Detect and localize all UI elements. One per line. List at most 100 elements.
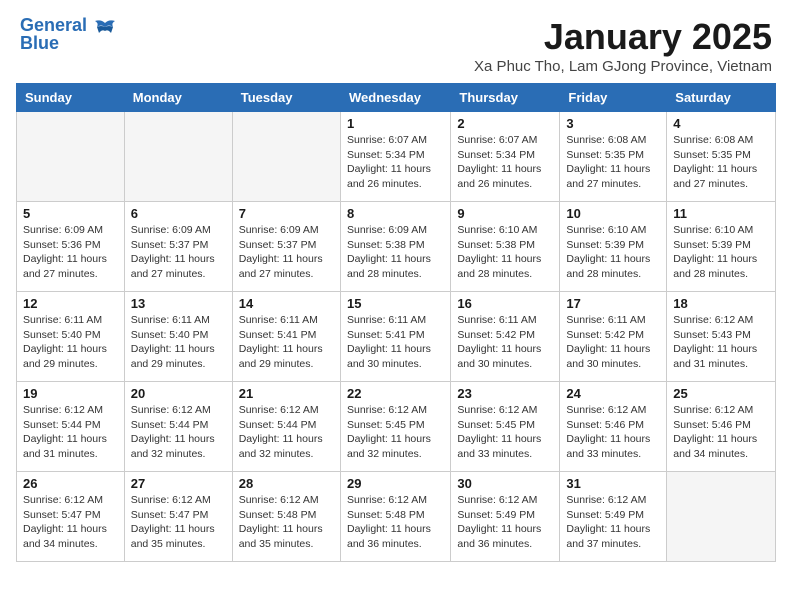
col-header-thursday: Thursday	[451, 84, 560, 112]
day-info: Sunrise: 6:10 AM Sunset: 5:39 PM Dayligh…	[566, 223, 660, 282]
table-row: 22 Sunrise: 6:12 AM Sunset: 5:45 PM Dayli…	[340, 382, 450, 472]
table-row: 28 Sunrise: 6:12 AM Sunset: 5:48 PM Dayli…	[232, 472, 340, 562]
day-info: Sunrise: 6:07 AM Sunset: 5:34 PM Dayligh…	[457, 133, 553, 192]
day-info: Sunrise: 6:12 AM Sunset: 5:44 PM Dayligh…	[23, 403, 118, 462]
day-info: Sunrise: 6:11 AM Sunset: 5:42 PM Dayligh…	[566, 313, 660, 372]
table-row: 18Sunrise: 6:12 AM Sunset: 5:43 PM Dayli…	[667, 292, 776, 382]
day-info: Sunrise: 6:11 AM Sunset: 5:40 PM Dayligh…	[131, 313, 226, 372]
title-block: January 2025 Xa Phuc Tho, Lam GJong Prov…	[474, 16, 772, 75]
table-row: 29 Sunrise: 6:12 AM Sunset: 5:48 PM Dayli…	[340, 472, 450, 562]
table-row: 2 Sunrise: 6:07 AM Sunset: 5:34 PM Daylig…	[451, 112, 560, 202]
logo: GeneralBlue	[20, 16, 119, 52]
day-number: 28	[239, 476, 334, 491]
calendar-week-row: 26 Sunrise: 6:12 AM Sunset: 5:47 PM Dayli…	[17, 472, 776, 562]
table-row	[667, 472, 776, 562]
day-number: 12	[23, 296, 118, 311]
table-row: 12Sunrise: 6:11 AM Sunset: 5:40 PM Dayli…	[17, 292, 125, 382]
day-info: Sunrise: 6:12 AM Sunset: 5:48 PM Dayligh…	[347, 493, 444, 552]
table-row: 1Sunrise: 6:07 AM Sunset: 5:34 PM Daylig…	[340, 112, 450, 202]
day-number: 31	[566, 476, 660, 491]
table-row: 26 Sunrise: 6:12 AM Sunset: 5:47 PM Dayli…	[17, 472, 125, 562]
day-number: 5	[23, 206, 118, 221]
calendar-wrap: SundayMondayTuesdayWednesdayThursdayFrid…	[0, 83, 792, 570]
table-row: 7 Sunrise: 6:09 AM Sunset: 5:37 PM Daylig…	[232, 202, 340, 292]
table-row: 8 Sunrise: 6:09 AM Sunset: 5:38 PM Daylig…	[340, 202, 450, 292]
day-info: Sunrise: 6:12 AM Sunset: 5:44 PM Dayligh…	[131, 403, 226, 462]
day-info: Sunrise: 6:10 AM Sunset: 5:38 PM Dayligh…	[457, 223, 553, 282]
col-header-saturday: Saturday	[667, 84, 776, 112]
table-row: 21Sunrise: 6:12 AM Sunset: 5:44 PM Dayli…	[232, 382, 340, 472]
table-row	[232, 112, 340, 202]
calendar-header-row: SundayMondayTuesdayWednesdayThursdayFrid…	[17, 84, 776, 112]
day-number: 24	[566, 386, 660, 401]
day-number: 2	[457, 116, 553, 131]
table-row: 25 Sunrise: 6:12 AM Sunset: 5:46 PM Dayli…	[667, 382, 776, 472]
day-info: Sunrise: 6:12 AM Sunset: 5:47 PM Dayligh…	[23, 493, 118, 552]
table-row: 30Sunrise: 6:12 AM Sunset: 5:49 PM Dayli…	[451, 472, 560, 562]
day-number: 6	[131, 206, 226, 221]
calendar-week-row: 1Sunrise: 6:07 AM Sunset: 5:34 PM Daylig…	[17, 112, 776, 202]
day-number: 20	[131, 386, 226, 401]
day-number: 7	[239, 206, 334, 221]
col-header-monday: Monday	[124, 84, 232, 112]
day-info: Sunrise: 6:09 AM Sunset: 5:38 PM Dayligh…	[347, 223, 444, 282]
table-row: 17 Sunrise: 6:11 AM Sunset: 5:42 PM Dayli…	[560, 292, 667, 382]
day-info: Sunrise: 6:12 AM Sunset: 5:49 PM Dayligh…	[566, 493, 660, 552]
day-number: 19	[23, 386, 118, 401]
table-row: 15 Sunrise: 6:11 AM Sunset: 5:41 PM Dayli…	[340, 292, 450, 382]
table-row: 19 Sunrise: 6:12 AM Sunset: 5:44 PM Dayli…	[17, 382, 125, 472]
table-row: 11 Sunrise: 6:10 AM Sunset: 5:39 PM Dayli…	[667, 202, 776, 292]
day-number: 30	[457, 476, 553, 491]
day-number: 29	[347, 476, 444, 491]
col-header-sunday: Sunday	[17, 84, 125, 112]
day-info: Sunrise: 6:09 AM Sunset: 5:37 PM Dayligh…	[131, 223, 226, 282]
day-info: Sunrise: 6:12 AM Sunset: 5:43 PM Dayligh…	[673, 313, 769, 372]
day-info: Sunrise: 6:10 AM Sunset: 5:39 PM Dayligh…	[673, 223, 769, 282]
day-number: 15	[347, 296, 444, 311]
table-row: 13Sunrise: 6:11 AM Sunset: 5:40 PM Dayli…	[124, 292, 232, 382]
page-header: GeneralBlue January 2025 Xa Phuc Tho, La…	[0, 0, 792, 83]
day-info: Sunrise: 6:12 AM Sunset: 5:48 PM Dayligh…	[239, 493, 334, 552]
day-number: 11	[673, 206, 769, 221]
day-number: 27	[131, 476, 226, 491]
day-info: Sunrise: 6:12 AM Sunset: 5:45 PM Dayligh…	[457, 403, 553, 462]
day-number: 21	[239, 386, 334, 401]
table-row: 27Sunrise: 6:12 AM Sunset: 5:47 PM Dayli…	[124, 472, 232, 562]
day-info: Sunrise: 6:12 AM Sunset: 5:46 PM Dayligh…	[566, 403, 660, 462]
day-info: Sunrise: 6:08 AM Sunset: 5:35 PM Dayligh…	[673, 133, 769, 192]
day-info: Sunrise: 6:11 AM Sunset: 5:41 PM Dayligh…	[347, 313, 444, 372]
table-row: 5Sunrise: 6:09 AM Sunset: 5:36 PM Daylig…	[17, 202, 125, 292]
location: Xa Phuc Tho, Lam GJong Province, Vietnam	[474, 58, 772, 75]
calendar-table: SundayMondayTuesdayWednesdayThursdayFrid…	[16, 83, 776, 562]
day-number: 25	[673, 386, 769, 401]
table-row: 23 Sunrise: 6:12 AM Sunset: 5:45 PM Dayli…	[451, 382, 560, 472]
day-info: Sunrise: 6:08 AM Sunset: 5:35 PM Dayligh…	[566, 133, 660, 192]
table-row	[17, 112, 125, 202]
day-number: 22	[347, 386, 444, 401]
day-number: 16	[457, 296, 553, 311]
day-number: 23	[457, 386, 553, 401]
table-row: 3 Sunrise: 6:08 AM Sunset: 5:35 PM Daylig…	[560, 112, 667, 202]
day-number: 3	[566, 116, 660, 131]
table-row: 9 Sunrise: 6:10 AM Sunset: 5:38 PM Daylig…	[451, 202, 560, 292]
day-number: 14	[239, 296, 334, 311]
calendar-week-row: 12 Sunrise: 6:11 AM Sunset: 5:40 PM Dayli…	[17, 292, 776, 382]
table-row: 6 Sunrise: 6:09 AM Sunset: 5:37 PM Daylig…	[124, 202, 232, 292]
logo-text: GeneralBlue	[20, 16, 87, 52]
table-row: 14Sunrise: 6:11 AM Sunset: 5:41 PM Dayli…	[232, 292, 340, 382]
col-header-friday: Friday	[560, 84, 667, 112]
day-info: Sunrise: 6:12 AM Sunset: 5:45 PM Dayligh…	[347, 403, 444, 462]
day-info: Sunrise: 6:12 AM Sunset: 5:46 PM Dayligh…	[673, 403, 769, 462]
col-header-tuesday: Tuesday	[232, 84, 340, 112]
logo-bird-icon	[91, 19, 119, 39]
day-info: Sunrise: 6:09 AM Sunset: 5:37 PM Dayligh…	[239, 223, 334, 282]
month-title: January 2025	[474, 16, 772, 58]
day-number: 8	[347, 206, 444, 221]
table-row: 16Sunrise: 6:11 AM Sunset: 5:42 PM Dayli…	[451, 292, 560, 382]
day-number: 9	[457, 206, 553, 221]
day-number: 26	[23, 476, 118, 491]
day-number: 10	[566, 206, 660, 221]
day-number: 17	[566, 296, 660, 311]
table-row	[124, 112, 232, 202]
calendar-week-row: 5Sunrise: 6:09 AM Sunset: 5:36 PM Daylig…	[17, 202, 776, 292]
